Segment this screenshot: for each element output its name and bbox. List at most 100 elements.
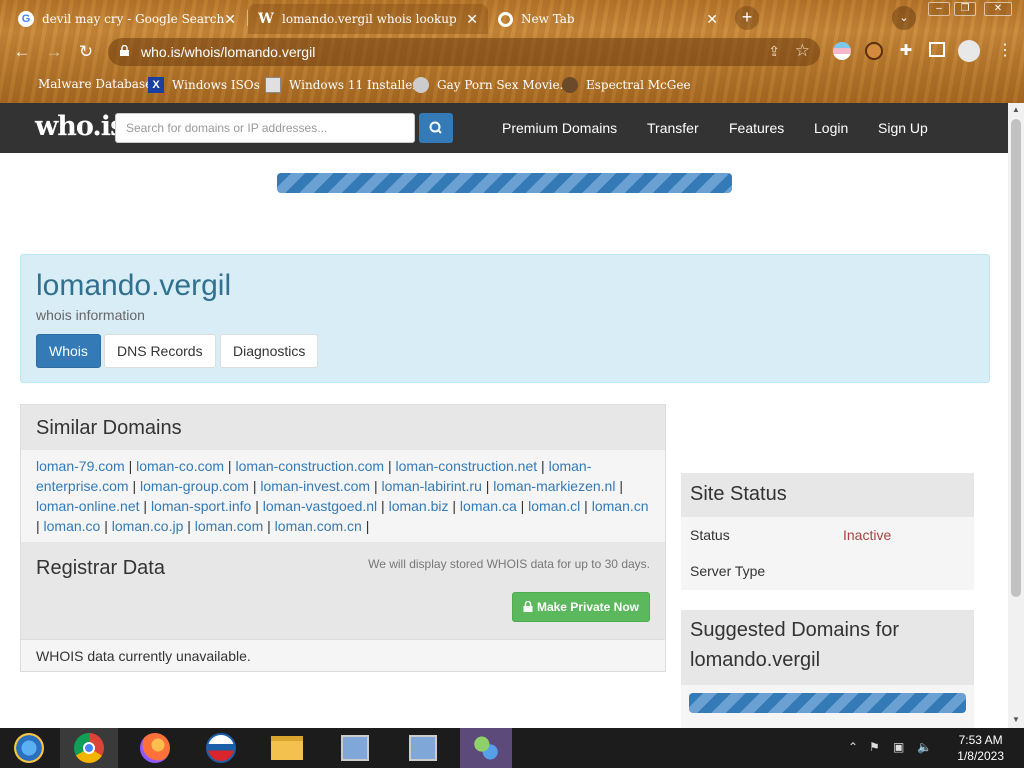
whois-data-text: WHOIS data currently unavailable. [21,639,665,671]
nav-sign-up[interactable]: Sign Up [878,120,928,136]
similar-domain-link[interactable]: loman.co [44,518,101,534]
similar-domain-link[interactable]: loman.cl [528,498,580,514]
show-hidden-icons[interactable]: ⌃ [848,740,858,754]
system-clock[interactable]: 7:53 AM 1/8/2023 [957,732,1004,764]
tab-search-button[interactable]: ⌄ [892,6,916,30]
taskbar-people-app[interactable] [460,728,512,768]
tab-title: devil may cry - Google Search [42,12,225,26]
separator: | [448,498,460,514]
restore-button[interactable]: ❐ [954,2,976,16]
search-button[interactable] [419,113,453,143]
taskbar-obama-app[interactable] [192,728,250,768]
extensions-puzzle-icon[interactable]: ✚ [897,42,915,60]
domain-title: lomando.vergil [36,269,232,302]
separator: | [377,498,389,514]
similar-domain-link[interactable]: loman-markiezen.nl [493,478,615,494]
taskbar-network-app-2[interactable] [394,728,452,768]
bookmark-adult-site[interactable]: Gay Porn Sex Movie... [413,77,571,93]
loading-ad-bar [277,173,732,193]
bookmark-star-icon[interactable]: ☆ [795,41,810,61]
nav-transfer[interactable]: Transfer [647,120,699,136]
similar-domains-header: Similar Domains [21,405,665,450]
similar-domain-link[interactable]: loman-co.com [136,458,224,474]
tab-new-tab[interactable]: New Tab ✕ [488,4,728,34]
separator: | [370,478,382,494]
menu-dots-icon[interactable]: ⋮ [996,42,1014,60]
profile-icon[interactable] [958,40,980,62]
separator: | [537,458,549,474]
similar-domain-link[interactable]: loman-group.com [140,478,249,494]
taskbar-file-explorer[interactable] [258,728,316,768]
registrar-data-header: Registrar Data We will display stored WH… [21,542,665,639]
similar-domain-link[interactable]: loman.com [195,518,263,534]
similar-domain-link[interactable]: loman-79.com [36,458,125,474]
firefox-icon [140,733,170,763]
scrollbar-thumb[interactable] [1011,119,1021,597]
separator: | [384,458,396,474]
taskbar-network-app-1[interactable] [326,728,384,768]
tab-whois[interactable]: W lomando.vergil whois lookup - who ✕ [248,4,488,34]
action-center-flag-icon[interactable]: ⚑ [869,740,880,754]
close-icon[interactable]: ✕ [466,12,478,28]
taskbar-firefox[interactable] [126,728,184,768]
tab-google-search[interactable]: G devil may cry - Google Search ✕ [8,4,246,34]
whois-logo[interactable]: who.is [35,111,125,142]
scroll-down-icon[interactable]: ▼ [1011,715,1021,725]
similar-domain-link[interactable]: loman.ca [460,498,517,514]
separator: | [615,478,623,494]
close-icon[interactable]: ✕ [224,12,236,28]
extension-avatar-icon[interactable] [865,42,883,60]
similar-domain-link[interactable]: loman-construction.com [235,458,384,474]
browser-chrome: G devil may cry - Google Search ✕ W loma… [0,0,1024,103]
page-scrollbar[interactable]: ▲ ▼ [1008,103,1024,728]
domain-search-input[interactable]: Search for domains or IP addresses... [115,113,415,143]
new-tab-button[interactable]: + [735,6,759,30]
bookmark-windows-isos[interactable]: X Windows ISOs [148,77,260,93]
forward-button[interactable]: → [44,42,64,62]
taskbar-chrome[interactable] [60,728,118,768]
start-button[interactable] [0,728,58,768]
share-icon[interactable]: ⇪ [768,43,780,60]
similar-domain-link[interactable]: loman-invest.com [260,478,370,494]
reload-button[interactable]: ↻ [76,42,96,62]
retention-note: We will display stored WHOIS data for up… [368,557,650,571]
scroll-up-icon[interactable]: ▲ [1011,105,1021,115]
separator: | [580,498,592,514]
separator: | [224,458,236,474]
separator: | [183,518,195,534]
make-private-button[interactable]: Make Private Now [511,592,650,622]
similar-domain-link[interactable]: loman-labirint.ru [382,478,482,494]
extension-flag-icon[interactable] [833,42,851,60]
bookmark-espectral-mcgee[interactable]: Espectral McGee [562,77,691,93]
status-row: Status Inactive [681,517,974,553]
nav-premium-domains[interactable]: Premium Domains [502,120,617,136]
site-status-heading: Site Status [681,473,974,517]
status-label: Status [690,527,730,543]
bookmark-windows-11-installer[interactable]: Windows 11 Installer [265,77,418,93]
similar-domain-link[interactable]: loman-vastgoed.nl [263,498,377,514]
similar-domain-link[interactable]: loman-construction.net [396,458,538,474]
network-icon[interactable]: ▣ [893,740,904,754]
tab-diagnostics[interactable]: Diagnostics [220,334,319,368]
volume-icon[interactable]: 🔈 [917,740,932,754]
similar-domain-link[interactable]: loman.co.jp [112,518,184,534]
similar-domain-link[interactable]: loman.cn [592,498,649,514]
address-bar[interactable]: who.is/whois/lomando.vergil ⇪ ☆ [108,38,820,66]
bookmark-malware-database[interactable]: Malware Database [38,77,152,91]
similar-domain-link[interactable]: loman-online.net [36,498,140,514]
close-window-button[interactable]: ✕ [984,2,1012,16]
face-icon [413,77,429,93]
suggested-loading-bar [689,693,966,713]
tab-dns-records[interactable]: DNS Records [104,334,216,368]
similar-domain-link[interactable]: loman.com.cn [275,518,362,534]
similar-domain-link[interactable]: loman.biz [389,498,449,514]
tab-whois[interactable]: Whois [36,334,101,368]
nav-login[interactable]: Login [814,120,848,136]
side-panel-icon[interactable] [929,42,945,57]
minimize-button[interactable]: – [928,2,950,16]
server-type-label: Server Type [690,563,766,579]
back-button[interactable]: ← [12,42,32,62]
similar-domain-link[interactable]: loman-sport.info [151,498,251,514]
close-icon[interactable]: ✕ [706,12,718,28]
nav-features[interactable]: Features [729,120,784,136]
